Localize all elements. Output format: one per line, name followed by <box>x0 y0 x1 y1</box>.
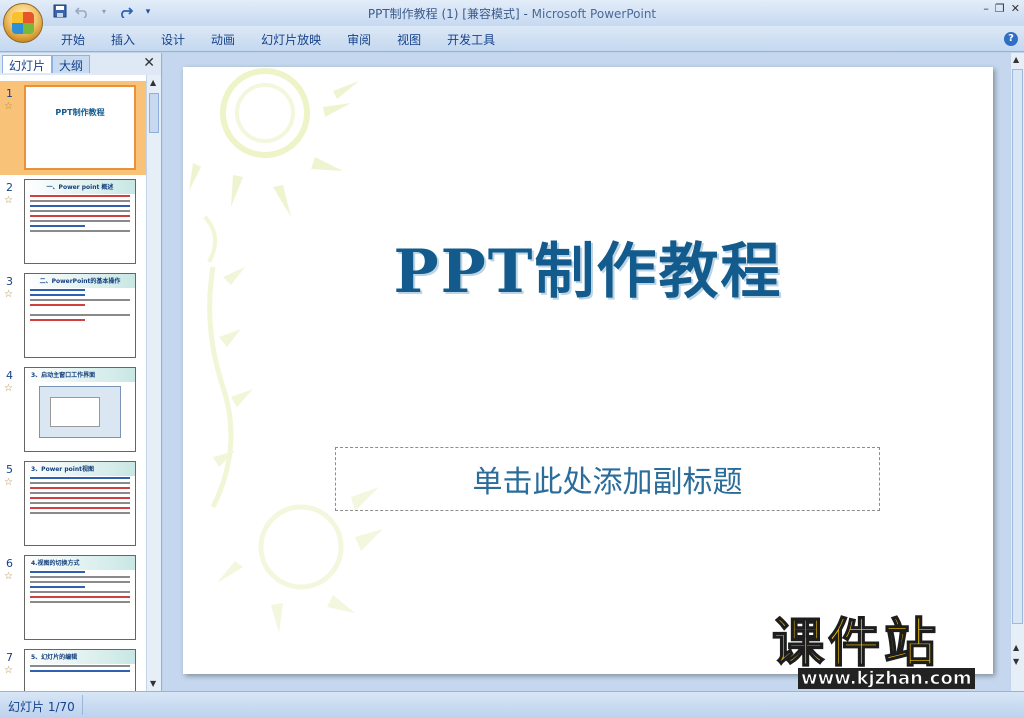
transition-star-icon[interactable]: ☆ <box>4 289 13 300</box>
slide-title[interactable]: PPT制作教程 <box>183 223 993 310</box>
panel-tabs: 幻灯片 大纲 <box>2 55 91 73</box>
tab-review[interactable]: 审阅 <box>334 31 384 48</box>
sun-decoration-icon <box>189 68 383 633</box>
window-controls: – ❐ ✕ <box>983 2 1020 15</box>
slide-thumbnail[interactable]: 5、幻灯片的编辑 <box>24 649 136 691</box>
panel-close-icon[interactable]: ✕ <box>143 55 155 71</box>
editor-scrollbar[interactable]: ▲ ▲ ▼ <box>1010 53 1024 691</box>
title-separator: - <box>519 7 532 21</box>
tab-slide-show[interactable]: 幻灯片放映 <box>248 31 334 48</box>
slide-counter: 幻灯片 1/70 <box>8 700 75 714</box>
slide-canvas[interactable]: PPT制作教程 单击此处添加副标题 <box>183 67 993 674</box>
slide-thumbnail-row[interactable]: 4 ☆ 3、启动主窗口工作界面 <box>0 363 146 457</box>
scroll-up-icon[interactable]: ▲ <box>150 78 156 87</box>
transition-star-icon[interactable]: ☆ <box>4 571 13 582</box>
title-bar: ▾ ▾ PPT制作教程 (1) [兼容模式] - Microsoft Power… <box>0 0 1024 26</box>
subtitle-placeholder[interactable]: 单击此处添加副标题 <box>335 447 880 511</box>
slide-thumbnail[interactable]: 3、启动主窗口工作界面 <box>24 367 136 452</box>
subtitle-placeholder-text: 单击此处添加副标题 <box>472 465 743 500</box>
close-button[interactable]: ✕ <box>1011 2 1020 15</box>
scrollbar-thumb[interactable] <box>149 93 159 133</box>
transition-star-icon[interactable]: ☆ <box>4 383 13 394</box>
slide-thumbnail-row[interactable]: 7 ☆ 5、幻灯片的编辑 <box>0 645 146 691</box>
slide-thumbnail[interactable]: 二、PowerPoint的基本操作 <box>24 273 136 358</box>
slide-number: 5 <box>6 463 13 476</box>
slide-thumbnail[interactable]: 3、Power point视图 <box>24 461 136 546</box>
slide-thumbnail-row[interactable]: 2 ☆ 一、Power point 概述 <box>0 175 146 269</box>
tab-home[interactable]: 开始 <box>48 31 98 48</box>
transition-star-icon[interactable]: ☆ <box>4 665 13 676</box>
tab-design[interactable]: 设计 <box>148 31 198 48</box>
next-slide-icon[interactable]: ▼ <box>1013 657 1019 666</box>
slide-number: 7 <box>6 651 13 664</box>
office-button[interactable] <box>3 3 43 43</box>
slide-thumbnail-row[interactable]: 3 ☆ 二、PowerPoint的基本操作 <box>0 269 146 363</box>
document-title: PPT制作教程 (1) [兼容模式] <box>367 7 520 21</box>
transition-star-icon[interactable]: ☆ <box>4 195 13 206</box>
scrollbar-thumb[interactable] <box>1012 69 1023 624</box>
status-divider <box>82 695 83 715</box>
slide-number: 2 <box>6 181 13 194</box>
slide-thumbnail[interactable]: PPT制作教程 <box>24 85 136 170</box>
transition-star-icon[interactable]: ☆ <box>4 101 13 112</box>
restore-button[interactable]: ❐ <box>995 2 1005 15</box>
watermark: 课件站 www.kjzhan.com <box>771 614 1012 689</box>
slide-thumbnail[interactable]: 一、Power point 概述 <box>24 179 136 264</box>
office-logo-icon <box>12 12 34 34</box>
thumbnail-heading: PPT制作教程 <box>55 108 105 117</box>
ribbon-tabs: 开始 插入 设计 动画 幻灯片放映 审阅 视图 开发工具 <box>48 31 508 48</box>
watermark-url: www.kjzhan.com <box>798 668 975 689</box>
slide-number: 6 <box>6 557 13 570</box>
slides-panel: 幻灯片 大纲 ✕ 1 ☆ PPT制作教程 2 ☆ 一、Power point 概… <box>0 53 162 691</box>
slide-thumbnail-row[interactable]: 6 ☆ 4.视图的切换方式 <box>0 551 146 645</box>
slide-thumbnail-row[interactable]: 5 ☆ 3、Power point视图 <box>0 457 146 551</box>
app-name: Microsoft PowerPoint <box>531 7 657 21</box>
previous-slide-icon[interactable]: ▲ <box>1013 643 1019 652</box>
tab-slides[interactable]: 幻灯片 <box>2 55 53 73</box>
thumbnail-heading: 二、PowerPoint的基本操作 <box>39 278 121 285</box>
status-bar: 幻灯片 1/70 <box>0 691 1024 718</box>
slide-editor: PPT制作教程 单击此处添加副标题 <box>163 53 1010 691</box>
thumbnail-heading: 5、幻灯片的编辑 <box>31 654 78 661</box>
minimize-button[interactable]: – <box>983 2 989 15</box>
scroll-down-icon[interactable]: ▼ <box>150 679 156 688</box>
tab-developer[interactable]: 开发工具 <box>434 31 508 48</box>
tab-animations[interactable]: 动画 <box>198 31 248 48</box>
watermark-brand: 课件站 <box>771 614 941 674</box>
tab-insert[interactable]: 插入 <box>98 31 148 48</box>
thumbnail-heading: 4.视图的切换方式 <box>31 560 80 567</box>
scroll-up-icon[interactable]: ▲ <box>1013 55 1019 64</box>
thumbnail-heading: 3、启动主窗口工作界面 <box>31 372 96 379</box>
slide-number: 4 <box>6 369 13 382</box>
thumbnail-heading: 一、Power point 概述 <box>46 184 114 191</box>
tab-outline[interactable]: 大纲 <box>52 55 91 73</box>
slide-number: 1 <box>6 87 13 100</box>
thumbnail-heading: 3、Power point视图 <box>31 466 94 473</box>
transition-star-icon[interactable]: ☆ <box>4 477 13 488</box>
slide-thumbnail[interactable]: 4.视图的切换方式 <box>24 555 136 640</box>
slide-number: 3 <box>6 275 13 288</box>
thumbnail-screenshot <box>39 386 121 438</box>
thumbnails-scrollbar[interactable]: ▲ ▼ <box>146 75 161 691</box>
tab-view[interactable]: 视图 <box>384 31 434 48</box>
slide-thumbnails: 1 ☆ PPT制作教程 2 ☆ 一、Power point 概述 3 ☆ 二、P… <box>0 75 146 691</box>
slide-thumbnail-row[interactable]: 1 ☆ PPT制作教程 <box>0 81 146 175</box>
ribbon: 开始 插入 设计 动画 幻灯片放映 审阅 视图 开发工具 ? <box>0 26 1024 52</box>
help-icon[interactable]: ? <box>1004 32 1018 46</box>
window-title: PPT制作教程 (1) [兼容模式] - Microsoft PowerPoin… <box>0 5 1024 22</box>
